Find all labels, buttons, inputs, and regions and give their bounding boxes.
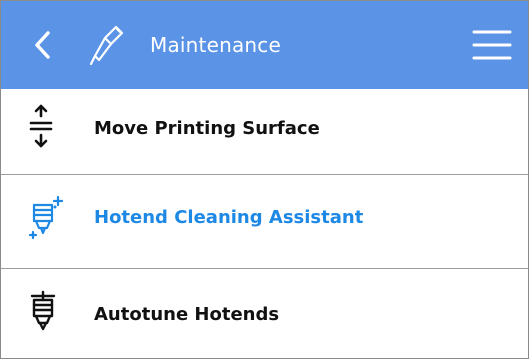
maintenance-screen: Maintenance Move Printing Surface Hotend… [0, 0, 529, 359]
chevron-left-icon [35, 31, 50, 59]
back-button[interactable] [31, 27, 55, 63]
hotend-icon [27, 287, 71, 339]
menu-item-autotune-hotends[interactable]: Autotune Hotends [1, 268, 528, 360]
hotend-cleaning-icon [27, 193, 71, 245]
header-bar: Maintenance [1, 1, 528, 89]
move-surface-icon [27, 102, 71, 154]
menu-button[interactable] [471, 26, 513, 64]
page-title: Maintenance [150, 33, 281, 57]
menu-item-move-printing-surface[interactable]: Move Printing Surface [1, 83, 528, 175]
menu-item-hotend-cleaning-assistant[interactable]: Hotend Cleaning Assistant [1, 174, 528, 266]
menu-item-label: Move Printing Surface [94, 118, 320, 139]
hamburger-menu-icon [472, 30, 512, 60]
menu-item-label: Hotend Cleaning Assistant [94, 207, 364, 228]
screwdriver-icon [87, 22, 127, 68]
menu-item-label: Autotune Hotends [94, 304, 280, 325]
